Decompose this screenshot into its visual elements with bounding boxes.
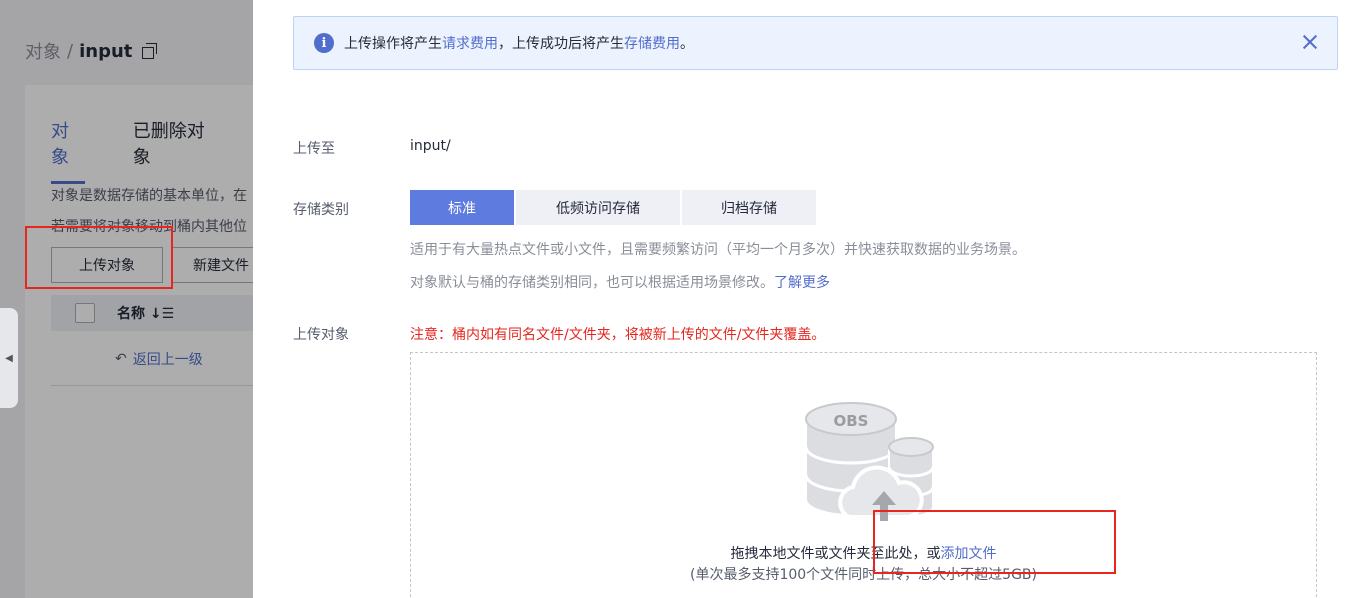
fee-notice-part1: 上传操作将产生 xyxy=(344,36,442,52)
obs-icon-label: OBS xyxy=(834,412,869,430)
info-icon: i xyxy=(314,33,334,53)
caret-left-icon: ◀ xyxy=(5,352,13,364)
storage-class-standard[interactable]: 标准 xyxy=(410,190,514,225)
storage-class-archive[interactable]: 归档存储 xyxy=(682,190,816,225)
upload-to-value: input/ xyxy=(410,138,451,154)
dropzone-limits: (单次最多支持100个文件同时上传，总大小不超过5GB) xyxy=(689,567,1037,583)
fee-notice-text: 上传操作将产生请求费用，上传成功后将产生存储费用。 xyxy=(344,33,694,53)
request-fee-link[interactable]: 请求费用 xyxy=(442,36,498,52)
highlight-box-add-files xyxy=(873,510,1116,574)
collapse-sidebar-handle[interactable]: ◀ xyxy=(0,308,18,408)
storage-fee-link[interactable]: 存储费用 xyxy=(624,36,680,52)
fee-notice-part2: ，上传成功后将产生 xyxy=(498,36,624,52)
dropzone-instruction: 拖拽本地文件或文件夹至此处，或添加文件 xyxy=(411,543,1316,563)
modal-overlay[interactable] xyxy=(0,0,253,598)
upload-object-drawer: i 上传操作将产生请求费用，上传成功后将产生存储费用。 上传至 input/ 存… xyxy=(253,0,1356,598)
storage-class-hint: 适用于有大量热点文件或小文件，且需要频繁访问（平均一个月多次）并快速获取数据的业… xyxy=(410,242,1026,258)
storage-class-label: 存储类别 xyxy=(293,202,349,218)
file-dropzone[interactable]: OBS 拖拽本地文件或文件夹至此处，或添加文件 (单次最多支持100个文件同时上… xyxy=(410,352,1317,598)
fee-notice-alert: i 上传操作将产生请求费用，上传成功后将产生存储费用。 xyxy=(293,16,1338,70)
fee-notice-part3: 。 xyxy=(680,36,694,52)
overwrite-warning: 注意：桶内如有同名文件/文件夹，将被新上传的文件/文件夹覆盖。 xyxy=(410,327,826,343)
storage-class-note: 对象默认与桶的存储类别相同，也可以根据适用场景修改。了解更多 xyxy=(410,272,830,292)
storage-class-note-text: 对象默认与桶的存储类别相同，也可以根据适用场景修改。 xyxy=(410,275,774,291)
close-icon[interactable] xyxy=(1299,31,1321,53)
upload-object-label: 上传对象 xyxy=(293,327,349,343)
learn-more-link[interactable]: 了解更多 xyxy=(774,275,830,291)
storage-class-selector: 标准 低频访问存储 归档存储 xyxy=(410,190,818,225)
highlight-box-upload-button xyxy=(25,226,173,289)
upload-to-label: 上传至 xyxy=(293,141,335,157)
obs-upload-icon: OBS xyxy=(804,402,935,521)
storage-class-infrequent[interactable]: 低频访问存储 xyxy=(516,190,680,225)
